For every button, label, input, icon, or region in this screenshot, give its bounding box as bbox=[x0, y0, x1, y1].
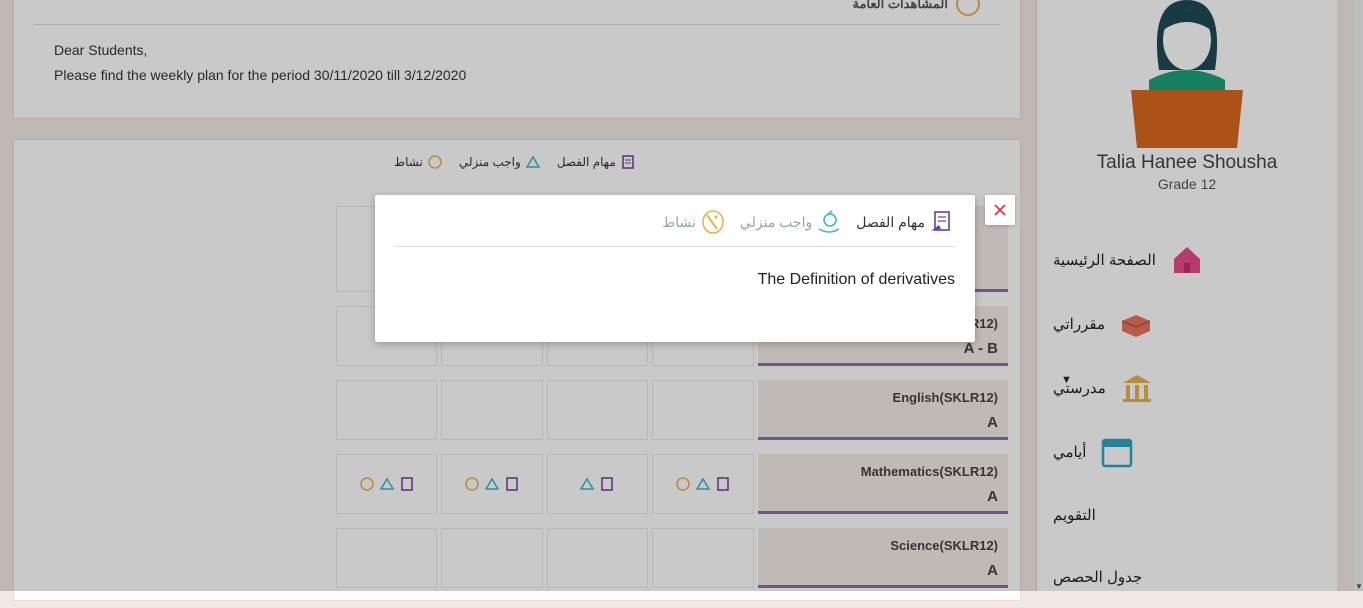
tab-classwork[interactable]: مهام الفصل bbox=[856, 209, 955, 235]
homework-icon bbox=[818, 210, 840, 233]
classwork-icon bbox=[931, 211, 950, 231]
tab-homework[interactable]: واجب منزلي bbox=[740, 209, 842, 235]
task-details-modal: مهام الفصل واجب منزلي نشاط The Definitio… bbox=[375, 195, 975, 342]
tab-activity[interactable]: نشاط bbox=[662, 209, 726, 235]
activity-icon bbox=[702, 210, 724, 234]
modal-divider bbox=[395, 246, 955, 247]
task-description: The Definition of derivatives bbox=[757, 271, 955, 288]
tab-activity-label: نشاط bbox=[662, 213, 696, 230]
close-icon bbox=[994, 204, 1006, 216]
modal-tabs: مهام الفصل واجب منزلي نشاط bbox=[662, 209, 955, 235]
close-button[interactable] bbox=[985, 195, 1015, 225]
tab-homework-label: واجب منزلي bbox=[739, 213, 813, 230]
tab-classwork-label: مهام الفصل bbox=[856, 213, 925, 230]
